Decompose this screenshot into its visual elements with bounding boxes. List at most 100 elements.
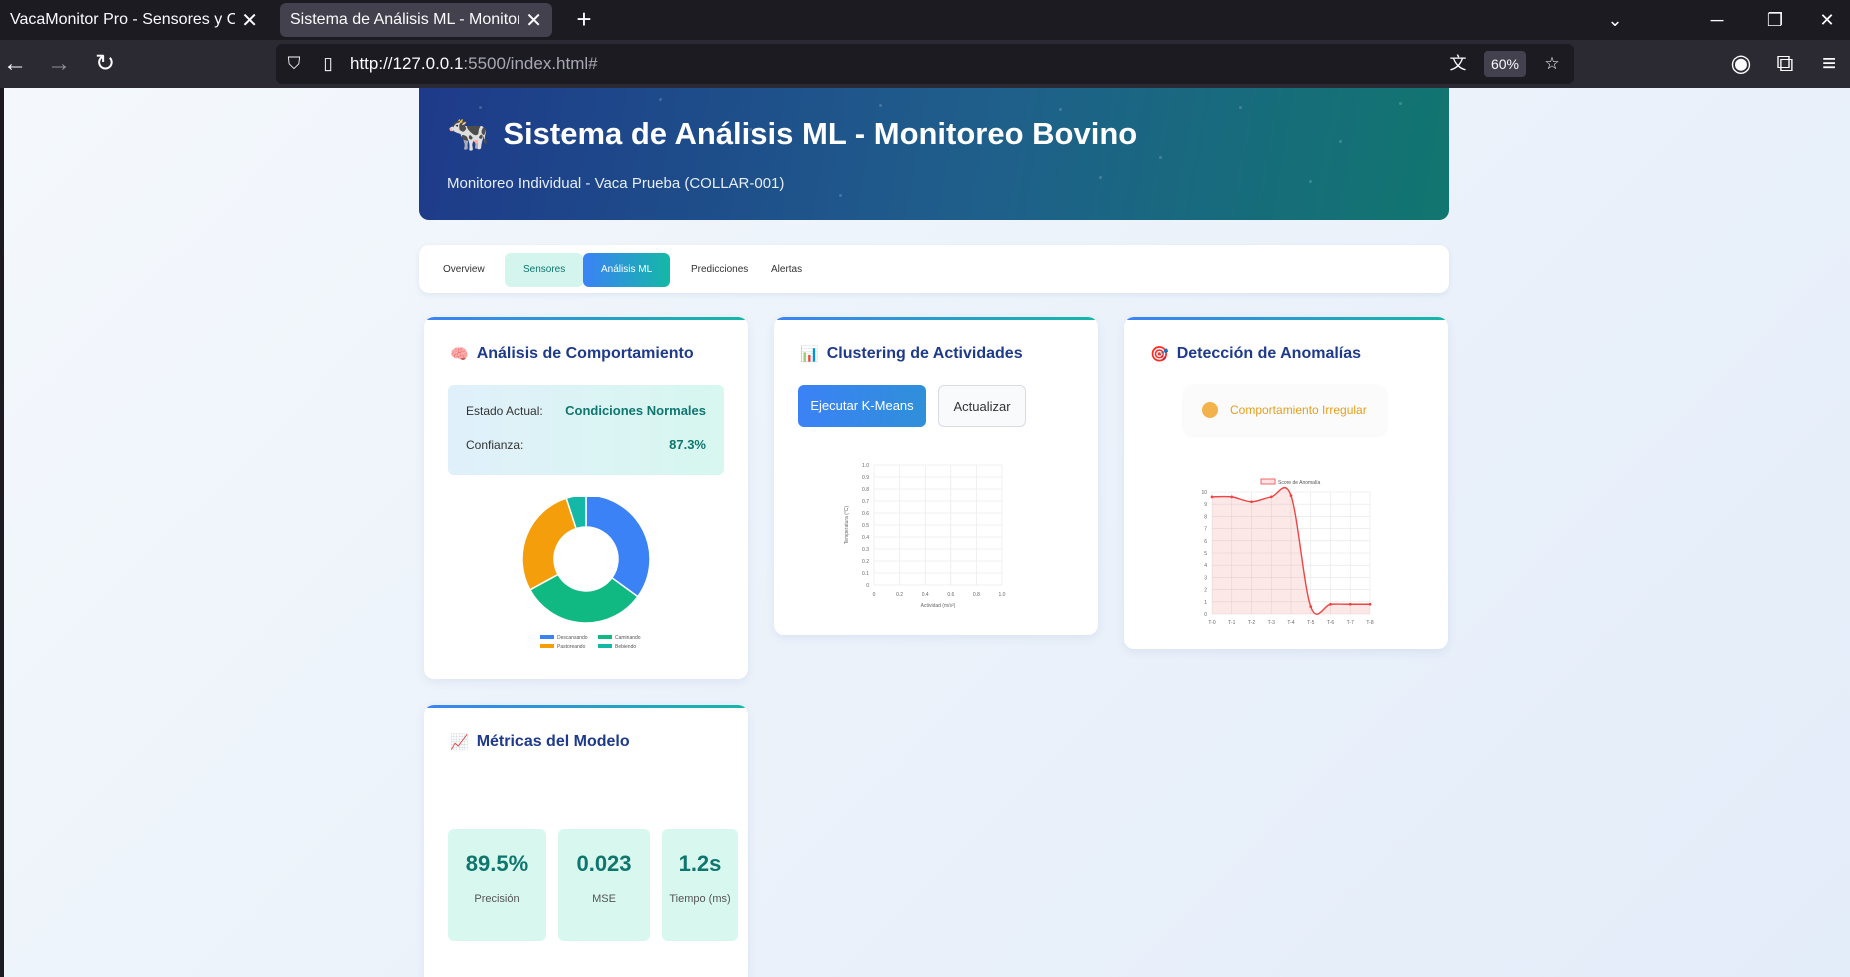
- legend-swatch: [598, 635, 612, 639]
- y-tick-label: 3: [1204, 575, 1207, 581]
- close-window-icon[interactable]: ✕: [1804, 0, 1850, 40]
- refresh-button[interactable]: Actualizar: [938, 385, 1026, 427]
- browser-tab-title: Sistema de Análisis ML - Monitoreo Bovin…: [290, 11, 519, 28]
- legend-swatch: [598, 644, 612, 648]
- url-text[interactable]: http://127.0.0.1:5500/index.html#: [350, 54, 598, 74]
- x-tick-label: T-0: [1208, 620, 1215, 626]
- translate-icon[interactable]: 文: [1448, 54, 1468, 74]
- tab-sensores[interactable]: Sensores: [505, 253, 584, 287]
- metric-value: 89.5%: [465, 851, 529, 876]
- tab-list-icon[interactable]: ⌄: [1592, 0, 1638, 40]
- metric-label: Precisión: [474, 893, 520, 905]
- page-viewport: 🐄 Sistema de Análisis ML - Monitoreo Bov…: [0, 88, 1850, 977]
- legend-label: Bebiendo: [615, 644, 636, 650]
- account-icon[interactable]: ◉: [1726, 49, 1756, 79]
- browser-tab-2[interactable]: Sistema de Análisis ML - Monitoreo Bovin…: [280, 3, 552, 37]
- browser-tab-1[interactable]: VacaMonitor Pro - Sensores y Configuraci…: [0, 0, 268, 40]
- anomaly-status-text: Comportamiento Irregular: [1230, 403, 1367, 417]
- anomaly-card: 🎯 Detección de Anomalías Comportamiento …: [1124, 317, 1448, 649]
- back-icon[interactable]: ←: [0, 49, 30, 79]
- tab-alertas[interactable]: Alertas: [753, 253, 820, 287]
- data-point: [1289, 494, 1293, 498]
- extensions-icon[interactable]: ⧉: [1770, 49, 1800, 79]
- reload-icon[interactable]: ↻: [90, 49, 120, 79]
- metric-time: 1.2s Tiempo (ms): [662, 829, 738, 941]
- data-point: [1348, 602, 1352, 606]
- state-value: Condiciones Normales: [565, 403, 706, 418]
- area-fill: [1212, 487, 1370, 615]
- page-header: 🐄 Sistema de Análisis ML - Monitoreo Bov…: [419, 88, 1449, 220]
- target-icon: 🎯: [1150, 346, 1169, 363]
- anomaly-area-chart: 0 1 2 3 4 5 6 7 8 9 10 T-0 T-1 T-2 T-3 T-4 T-5 T-6 T-7 T-8 S…: [1201, 478, 1374, 626]
- restore-icon[interactable]: ❐: [1752, 0, 1798, 40]
- close-icon[interactable]: ✕: [525, 8, 542, 33]
- x-tick-label: 1.0: [999, 592, 1006, 598]
- bookmark-star-icon[interactable]: ☆: [1542, 54, 1562, 74]
- x-tick-label: T-5: [1307, 620, 1314, 626]
- legend-label: Score de Anomalía: [1278, 480, 1320, 486]
- metrics-card-title: 📈 Métricas del Modelo: [450, 733, 630, 751]
- x-tick-label: 0.6: [947, 592, 954, 598]
- bar-chart-icon: 📊: [800, 346, 819, 363]
- shield-icon[interactable]: ⛉: [284, 54, 304, 74]
- data-point: [1250, 500, 1253, 504]
- metric-label: Tiempo (ms): [669, 893, 731, 905]
- clustering-card-title: 📊 Clustering de Actividades: [800, 345, 1023, 363]
- behavior-donut-chart: Descansando Caminando Pastoreando Bebiendo: [521, 497, 651, 650]
- page-title: 🐄 Sistema de Análisis ML - Monitoreo Bov…: [447, 114, 1137, 154]
- metrics-title-text: Métricas del Modelo: [476, 733, 630, 750]
- url-host: http://127.0.0.1: [350, 54, 464, 73]
- state-label: Estado Actual:: [466, 403, 543, 418]
- donut-slice-pastoreando: [521, 497, 578, 591]
- new-tab-icon[interactable]: +: [572, 0, 596, 40]
- y-tick-label: 2: [1204, 588, 1207, 594]
- y-tick-label: 0.7: [862, 499, 869, 505]
- menu-icon[interactable]: ≡: [1814, 49, 1844, 79]
- state-row: Estado Actual: Condiciones Normales: [466, 403, 706, 418]
- page-icon[interactable]: ▯: [318, 54, 338, 74]
- y-tick-label: 0.2: [862, 559, 869, 565]
- x-tick-label: T-4: [1287, 620, 1294, 626]
- y-tick-label: 0.1: [862, 571, 869, 577]
- data-point: [1329, 602, 1332, 606]
- legend-label: Caminando: [615, 635, 641, 641]
- y-tick-label: 4: [1204, 563, 1207, 569]
- run-kmeans-button[interactable]: Ejecutar K-Means: [798, 385, 926, 427]
- close-icon[interactable]: ✕: [241, 8, 258, 33]
- tab-analisis-ml[interactable]: Análisis ML: [583, 253, 671, 287]
- x-tick-label: 0.2: [896, 592, 903, 598]
- legend-swatch: [540, 635, 554, 639]
- section-tabs: Overview Sensores Análisis ML Prediccion…: [419, 245, 1449, 293]
- y-tick-label: 5: [1204, 551, 1207, 557]
- forward-icon[interactable]: →: [44, 49, 74, 79]
- metric-value: 1.2s: [678, 851, 722, 876]
- x-tick-label: T-8: [1366, 620, 1373, 626]
- state-box: Estado Actual: Condiciones Normales Conf…: [448, 385, 724, 475]
- y-tick-label: 0: [1204, 612, 1207, 618]
- url-bar[interactable]: ⛉ ▯ http://127.0.0.1:5500/index.html# 文 …: [276, 44, 1574, 84]
- url-path: :5500/index.html#: [463, 54, 598, 73]
- clustering-title-text: Clustering de Actividades: [826, 345, 1023, 362]
- confidence-label: Confianza:: [466, 437, 524, 452]
- y-tick-label: 10: [1201, 490, 1207, 496]
- y-tick-label: 1.0: [862, 463, 869, 469]
- data-point: [1368, 602, 1372, 606]
- clustering-scatter-chart: 0 0.1 0.2 0.3 0.4 0.5 0.6 0.7 0.8 0.9 1.0 0 0.2 0.4 0.…: [844, 463, 1006, 609]
- metric-precision: 89.5% Precisión: [448, 829, 546, 941]
- y-tick-label: 1: [1204, 600, 1207, 606]
- legend-label: Descansando: [557, 635, 588, 641]
- browser-nav-bar: ← → ↻ ⛉ ▯ http://127.0.0.1:5500/index.ht…: [0, 40, 1850, 88]
- x-tick-label: 0.8: [973, 592, 980, 598]
- metric-label: MSE: [592, 893, 616, 905]
- legend-swatch: [1260, 478, 1276, 485]
- x-tick-label: T-7: [1347, 620, 1354, 626]
- behavior-card-title: 🧠 Análisis de Comportamiento: [450, 345, 694, 363]
- tab-overview[interactable]: Overview: [425, 253, 503, 287]
- page-subtitle: Monitoreo Individual - Vaca Prueba (COLL…: [447, 175, 785, 192]
- minimize-icon[interactable]: ─: [1694, 0, 1740, 40]
- anomaly-title-text: Detección de Anomalías: [1176, 345, 1362, 362]
- x-tick-label: 0.4: [922, 592, 929, 598]
- zoom-level[interactable]: 60%: [1484, 51, 1526, 77]
- metric-mse: 0.023 MSE: [558, 829, 650, 941]
- metrics-card: 📈 Métricas del Modelo 89.5% Precisión 0.…: [424, 705, 748, 977]
